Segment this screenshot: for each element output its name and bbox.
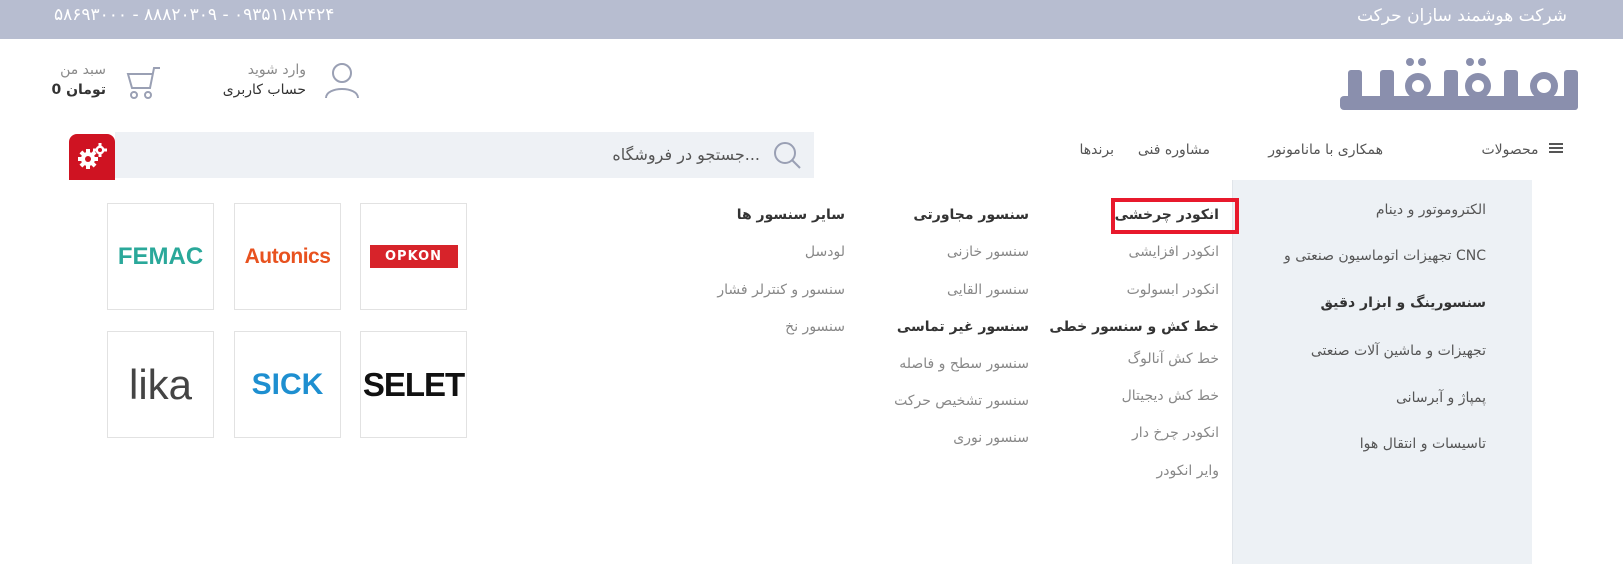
brand-name: lika <box>128 360 193 408</box>
menu-link[interactable]: خط کش دیجیتال <box>1122 388 1219 404</box>
search-box[interactable]: جستجو در فروشگاه... <box>115 132 814 178</box>
brand-logo-selet[interactable]: SELET <box>360 331 467 438</box>
top-bar: شرکت هوشمند سازان حرکت ۵۸۶۹۳۰۰۰ - ۸۸۸۲۰۳… <box>0 0 1623 39</box>
brand-logo-autonics[interactable]: Autonics <box>234 203 341 310</box>
menu-link[interactable]: خط کش آنالوگ <box>1128 351 1219 367</box>
sidebar-item-electromotor[interactable]: الکتروموتور و دینام <box>1376 202 1486 218</box>
cart-total: 0 تومان <box>51 82 106 98</box>
gear-icon <box>78 143 107 169</box>
user-icon <box>325 63 359 99</box>
sidebar-item-pumping[interactable]: پمپاژ و آبرسانی <box>1396 390 1486 406</box>
menu-icon <box>1549 142 1563 158</box>
menu-link[interactable]: انکودر چرخ دار <box>1132 425 1219 441</box>
menu-link[interactable]: انکودر افزایشی <box>1129 244 1219 260</box>
menu-heading-other-sensors[interactable]: سایر سنسور ها <box>737 207 845 223</box>
brand-logo-femac[interactable]: FEMAC <box>107 203 214 310</box>
nav-brands[interactable]: برندها <box>1079 142 1114 158</box>
phone-numbers: ۵۸۶۹۳۰۰۰ - ۸۸۸۲۰۳۰۹ - ۰۹۳۵۱۱۸۲۴۲۴ <box>54 5 335 25</box>
brand-name: SICK <box>251 367 324 401</box>
menu-link[interactable]: سنسور سطح و فاصله <box>899 356 1029 372</box>
menu-heading-linear-sensor[interactable]: خط کش و سنسور خطی <box>1049 319 1219 335</box>
menu-heading-proximity[interactable]: سنسور مجاورتی <box>913 207 1029 223</box>
logo-graphic <box>1340 58 1578 110</box>
brand-logo-lika[interactable]: lika <box>107 331 214 438</box>
menu-heading-rotary-encoder[interactable]: انکودر چرخشی <box>1115 207 1219 223</box>
brand-logo-opkon[interactable]: OPKON <box>360 203 467 310</box>
cart-icon <box>126 67 160 99</box>
nav-products-label: محصولات <box>1481 142 1539 158</box>
account-link[interactable]: وارد شوید حساب کاربری <box>212 58 362 106</box>
account-label: حساب کاربری <box>222 82 306 98</box>
brand-name: FEMAC <box>117 242 204 270</box>
brand-name: Autonics <box>244 244 331 268</box>
menu-link[interactable]: سنسور تشخیص حرکت <box>894 393 1029 409</box>
menu-link[interactable]: سنسور نخ <box>785 319 845 335</box>
menu-link[interactable]: وایر انکودر <box>1157 463 1219 479</box>
sidebar-item-automation[interactable]: تجهیزات اتوماسیون صنعتی و CNC <box>1284 248 1486 264</box>
brand-logo-sick[interactable]: SICK <box>234 331 341 438</box>
menu-link[interactable]: سنسور و کنترلر فشار <box>717 282 845 298</box>
brand-name: SELET <box>362 365 465 403</box>
sidebar-item-hvac[interactable]: تاسیسات و انتقال هوا <box>1360 436 1486 452</box>
search-icon[interactable] <box>772 140 802 170</box>
cart-link[interactable]: سبد من 0 تومان <box>51 58 164 106</box>
category-sidebar: الکتروموتور و دینام تجهیزات اتوماسیون صن… <box>1232 180 1532 564</box>
nav-consulting[interactable]: مشاوره فنی <box>1138 142 1210 158</box>
nav-cooperation[interactable]: همکاری با مانامونور <box>1268 142 1383 158</box>
cart-label: سبد من <box>60 62 106 78</box>
brand-name: OPKON <box>369 245 458 268</box>
menu-link[interactable]: سنسور خازنی <box>947 244 1029 260</box>
login-label: وارد شوید <box>247 62 306 78</box>
sidebar-item-industrial-machinery[interactable]: تجهیزات و ماشین آلات صنعتی <box>1311 343 1486 359</box>
company-name: شرکت هوشمند سازان حرکت <box>1356 6 1567 26</box>
site-logo[interactable] <box>1340 58 1578 126</box>
menu-link[interactable]: سنسور القایی <box>947 282 1029 298</box>
search-input[interactable]: جستجو در فروشگاه... <box>612 145 760 164</box>
sidebar-item-sensoring[interactable]: سنسورینگ و ابزار دقیق <box>1320 295 1486 311</box>
nav-products[interactable]: محصولات <box>1481 142 1563 158</box>
menu-heading-non-contact[interactable]: سنسور غیر تماسی <box>897 319 1029 335</box>
menu-link[interactable]: لودسل <box>805 244 845 260</box>
settings-button[interactable] <box>69 134 115 180</box>
menu-link[interactable]: انکودر ابسولوت <box>1127 282 1219 298</box>
menu-link[interactable]: سنسور نوری <box>953 430 1029 446</box>
